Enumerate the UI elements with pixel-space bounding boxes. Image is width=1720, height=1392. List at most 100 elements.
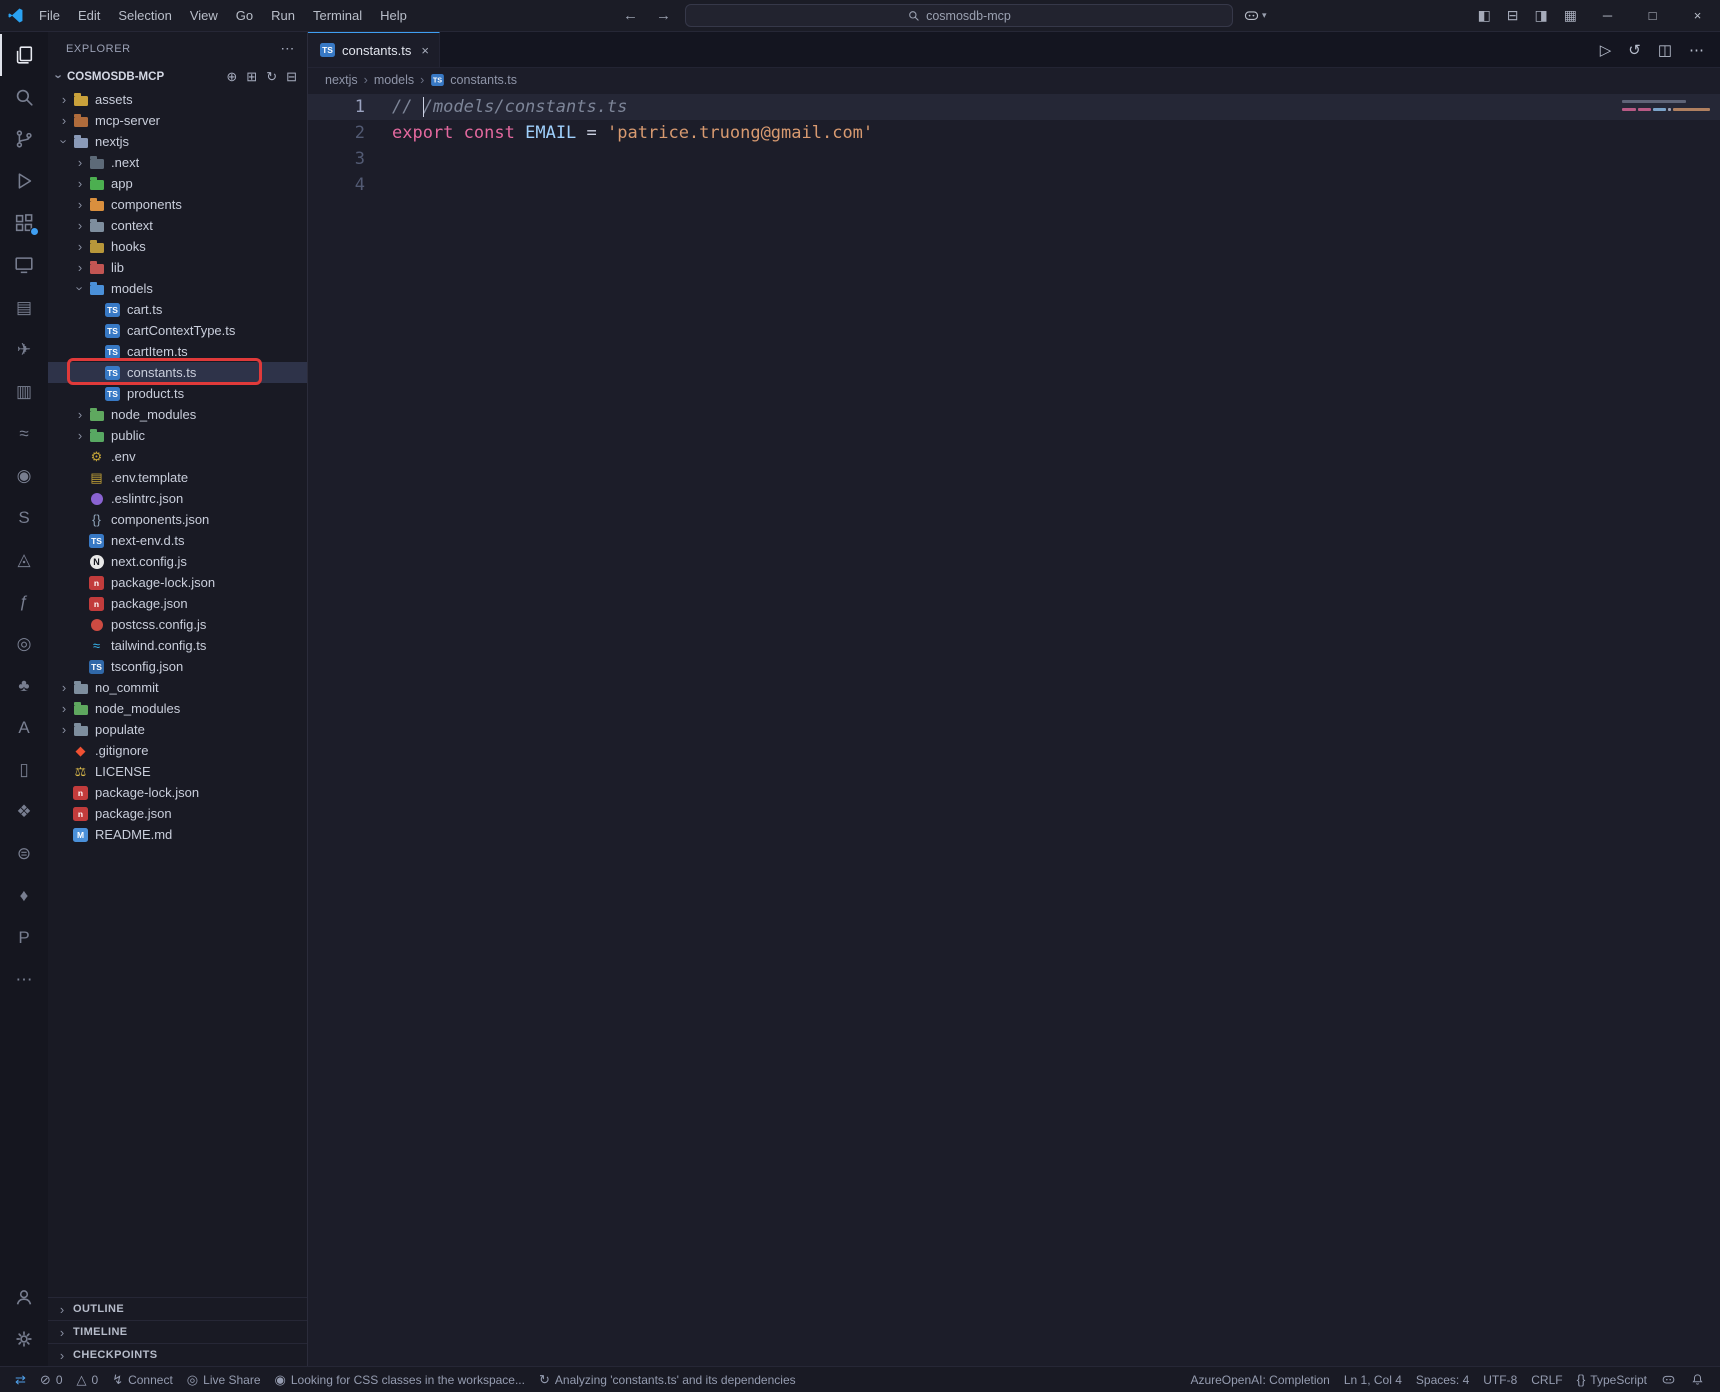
tree-item-models[interactable]: › models [48, 278, 307, 299]
copilot-button[interactable]: ▾ [1243, 7, 1266, 24]
tree-item-populate[interactable]: › populate [48, 719, 307, 740]
extensions-icon[interactable] [0, 202, 48, 244]
panel-outline[interactable]: › OUTLINE [48, 1297, 307, 1320]
tree-item-package-json[interactable]: n package.json [48, 593, 307, 614]
tree-item-readme-md[interactable]: M README.md [48, 824, 307, 845]
status-css-workspace-status[interactable]: ◉ Looking for CSS classes in the workspac… [268, 1367, 532, 1392]
toggle-secondary-sidebar-icon[interactable]: ◨ [1527, 7, 1556, 24]
tree-item-env-template[interactable]: ▤ .env.template [48, 467, 307, 488]
snyk-security-icon[interactable]: S [0, 496, 48, 538]
status-live-share[interactable]: ◎ Live Share [180, 1367, 268, 1392]
tree-item-node-modules[interactable]: › node_modules [48, 698, 307, 719]
tree-item-product-ts[interactable]: TS product.ts [48, 383, 307, 404]
minimap[interactable] [1612, 94, 1720, 224]
source-control-icon[interactable] [0, 118, 48, 160]
tree-item-components[interactable]: › components [48, 194, 307, 215]
status-problems-errors[interactable]: ⊘ 0 [33, 1367, 70, 1392]
additional-views-icon[interactable]: ⋯ [0, 958, 48, 1000]
status-copilot-status[interactable] [1654, 1367, 1683, 1392]
tab-constants-ts[interactable]: TS constants.ts × [308, 32, 440, 67]
minimize-button[interactable]: ─ [1585, 0, 1630, 31]
tree-item-mcp-server[interactable]: › mcp-server [48, 110, 307, 131]
code-line-4[interactable]: 4 [308, 172, 1720, 198]
code-editor[interactable]: 1 // /models/constants.ts 2 export const EM… [308, 92, 1720, 1366]
customize-layout-icon[interactable]: ▦ [1556, 7, 1585, 24]
panel-checkpoints[interactable]: › CHECKPOINTS [48, 1343, 307, 1366]
tree-item-cartcontexttype-ts[interactable]: TS cartContextType.ts [48, 320, 307, 341]
tree-item-next-env-d-ts[interactable]: TS next-env.d.ts [48, 530, 307, 551]
search-icon[interactable] [0, 76, 48, 118]
status-connect[interactable]: ↯ Connect [105, 1367, 180, 1392]
python-icon[interactable]: P [0, 916, 48, 958]
menu-view[interactable]: View [181, 1, 227, 31]
toggle-panel-icon[interactable]: ⊟ [1499, 7, 1527, 24]
status-indentation[interactable]: Spaces: 4 [1409, 1367, 1476, 1392]
thunder-client-icon[interactable]: ✈ [0, 328, 48, 370]
nav-forward-icon[interactable]: → [652, 7, 675, 24]
tree-item-constants-ts[interactable]: TS constants.ts [48, 358, 307, 385]
tree-item-gitignore[interactable]: ◆ .gitignore [48, 740, 307, 761]
project-section-header[interactable]: › COSMOSDB-MCP ⊕ ⊞ ↻ ⊟ [48, 65, 307, 88]
toggle-primary-sidebar-icon[interactable]: ◧ [1470, 7, 1499, 24]
tree-item-context[interactable]: › context [48, 215, 307, 236]
refresh-explorer-icon[interactable]: ↻ [266, 69, 277, 85]
tree-item-package-json[interactable]: n package.json [48, 803, 307, 824]
tree-item-tsconfig-json[interactable]: TS tsconfig.json [48, 656, 307, 677]
testing-icon[interactable]: ▥ [0, 370, 48, 412]
nav-back-icon[interactable]: ← [619, 7, 642, 24]
status-azure-openai-completion[interactable]: AzureOpenAI: Completion [1183, 1367, 1336, 1392]
docs-icon[interactable]: ▯ [0, 748, 48, 790]
explorer-icon[interactable] [0, 34, 48, 76]
explorer-more-icon[interactable]: ⋯ [280, 40, 295, 57]
tree-item-postcss-config-js[interactable]: postcss.config.js [48, 614, 307, 635]
tree-item-public[interactable]: › public [48, 425, 307, 446]
mongodb-icon[interactable]: ♣ [0, 664, 48, 706]
remote-explorer-icon[interactable] [0, 244, 48, 286]
menu-go[interactable]: Go [227, 1, 262, 31]
tree-item-package-lock-json[interactable]: n package-lock.json [48, 572, 307, 593]
menu-terminal[interactable]: Terminal [304, 1, 371, 31]
menu-selection[interactable]: Selection [109, 1, 180, 31]
tree-item-nextjs[interactable]: › nextjs [48, 131, 307, 152]
status-remote-indicator[interactable]: ⇄ [8, 1367, 33, 1392]
status-problems-warnings[interactable]: △ 0 [70, 1367, 106, 1392]
menu-file[interactable]: File [30, 1, 69, 31]
close-button[interactable]: × [1675, 0, 1720, 31]
menu-help[interactable]: Help [371, 1, 416, 31]
azure-pipelines-icon[interactable]: ◬ [0, 538, 48, 580]
tree-item-license[interactable]: ⚖ LICENSE [48, 761, 307, 782]
menu-run[interactable]: Run [262, 1, 304, 31]
security-icon[interactable]: ❖ [0, 790, 48, 832]
tree-item-cartitem-ts[interactable]: TS cartItem.ts [48, 341, 307, 362]
tree-item-cart-ts[interactable]: TS cart.ts [48, 299, 307, 320]
split-editor-icon[interactable]: ◫ [1658, 41, 1672, 59]
tree-item-app[interactable]: › app [48, 173, 307, 194]
code-line-1[interactable]: 1 // /models/constants.ts [308, 94, 1720, 120]
panel-timeline[interactable]: › TIMELINE [48, 1320, 307, 1343]
code-line-3[interactable]: 3 [308, 146, 1720, 172]
tree-item-next-config-js[interactable]: Nnext.config.js [48, 551, 307, 572]
tree-item-node-modules[interactable]: › node_modules [48, 404, 307, 425]
menu-edit[interactable]: Edit [69, 1, 109, 31]
database-icon[interactable]: ⊜ [0, 832, 48, 874]
nx-console-icon[interactable]: ◎ [0, 622, 48, 664]
status-cursor-position[interactable]: Ln 1, Col 4 [1337, 1367, 1409, 1392]
collapse-folders-icon[interactable]: ⊟ [286, 69, 297, 85]
tree-item-env[interactable]: ⚙ .env [48, 446, 307, 467]
tree-item-tailwind-config-ts[interactable]: ≈ tailwind.config.ts [48, 635, 307, 656]
accounts-icon[interactable] [0, 1276, 48, 1318]
tree-item-no-commit[interactable]: › no_commit [48, 677, 307, 698]
more-actions-icon[interactable]: ⋯ [1689, 41, 1704, 59]
tree-item-package-lock-json[interactable]: n package-lock.json [48, 782, 307, 803]
timeline-history-icon[interactable]: ↺ [1628, 41, 1641, 59]
breadcrumb-item-nextjs[interactable]: nextjs [325, 73, 358, 87]
run-file-icon[interactable]: ▷ [1600, 41, 1612, 59]
code-line-2[interactable]: 2 export const EMAIL = 'patrice.truong@gm… [308, 120, 1720, 146]
status-language-mode[interactable]: {} TypeScript [1570, 1367, 1654, 1392]
breadcrumb-item-constants-ts[interactable]: TS constants.ts [430, 73, 517, 87]
status-notifications[interactable] [1683, 1367, 1712, 1392]
azure-icon[interactable]: A [0, 706, 48, 748]
tree-item-assets[interactable]: › assets [48, 89, 307, 110]
tab-close-icon[interactable]: × [421, 43, 429, 58]
tree-item-next[interactable]: › .next [48, 152, 307, 173]
